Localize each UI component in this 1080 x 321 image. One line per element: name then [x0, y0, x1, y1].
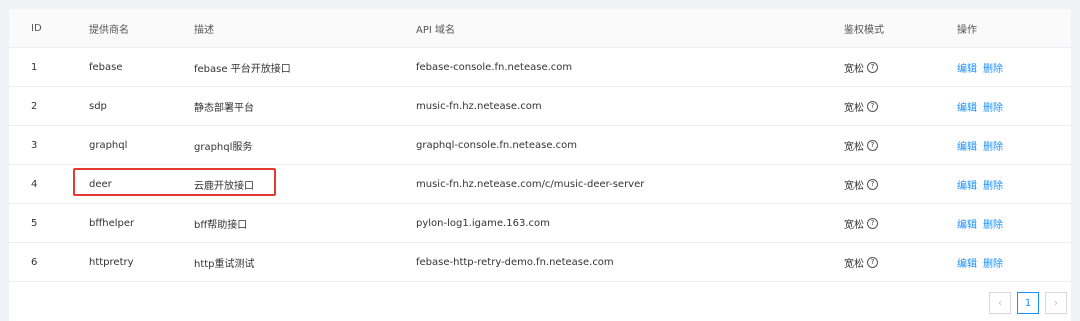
auth-mode-text: 宽松	[844, 141, 864, 153]
cell-id: 2	[31, 100, 38, 112]
edit-link[interactable]: 编辑	[957, 177, 977, 192]
header-description: 描述	[194, 24, 214, 36]
cell-api-domain: music-fn.hz.netease.com	[416, 100, 542, 112]
delete-link[interactable]: 删除	[983, 255, 1003, 270]
cell-auth-mode: 宽松?	[844, 255, 878, 270]
cell-id: 6	[31, 256, 38, 268]
cell-provider-name: febase	[89, 61, 123, 73]
auth-mode-text: 宽松	[844, 258, 864, 270]
delete-link[interactable]: 删除	[983, 216, 1003, 231]
delete-link[interactable]: 删除	[983, 99, 1003, 114]
question-icon[interactable]: ?	[867, 139, 878, 151]
cell-auth-mode: 宽松?	[844, 177, 878, 192]
cell-api-domain: febase-console.fn.netease.com	[416, 61, 573, 73]
cell-provider-name: httpretry	[89, 256, 134, 268]
pagination-page-1[interactable]: 1	[1017, 292, 1039, 314]
pagination-next-button[interactable]: ›	[1045, 292, 1067, 314]
auth-mode-text: 宽松	[844, 219, 864, 231]
cell-provider-name: graphql	[89, 139, 128, 151]
cell-id: 3	[31, 139, 38, 151]
cell-api-domain: pylon-log1.igame.163.com	[416, 217, 550, 229]
header-provider-name: 提供商名	[89, 24, 129, 36]
cell-id: 1	[31, 61, 38, 73]
cell-id: 5	[31, 217, 38, 229]
header-auth-mode: 鉴权模式	[844, 24, 884, 36]
cell-auth-mode: 宽松?	[844, 216, 878, 231]
cell-id: 4	[31, 178, 38, 190]
cell-actions: 编辑 删除	[957, 216, 1003, 231]
cell-description: febase 平台开放接口	[194, 63, 291, 75]
table-row: 2 sdp 静态部署平台 music-fn.hz.netease.com 宽松?…	[9, 87, 1071, 126]
header-api-domain: API 域名	[416, 24, 455, 36]
table-row: 6 httpretry http重试测试 febase-http-retry-d…	[9, 243, 1071, 282]
cell-auth-mode: 宽松?	[844, 60, 878, 75]
table-row: 1 febase febase 平台开放接口 febase-console.fn…	[9, 48, 1071, 87]
auth-mode-text: 宽松	[844, 63, 864, 75]
table-row: 3 graphql graphql服务 graphql-console.fn.n…	[9, 126, 1071, 165]
edit-link[interactable]: 编辑	[957, 99, 977, 114]
table-header: ID 提供商名 描述 API 域名 鉴权模式 操作	[9, 9, 1071, 48]
cell-provider-name: sdp	[89, 100, 107, 112]
cell-provider-name: bffhelper	[89, 217, 135, 229]
pagination-prev-button[interactable]: ‹	[989, 292, 1011, 314]
question-icon[interactable]: ?	[867, 217, 878, 229]
cell-actions: 编辑 删除	[957, 60, 1003, 75]
cell-description: http重试测试	[194, 258, 255, 270]
cell-actions: 编辑 删除	[957, 138, 1003, 153]
question-icon[interactable]: ?	[867, 256, 878, 268]
highlight-box	[73, 168, 276, 196]
cell-description: graphql服务	[194, 141, 253, 153]
cell-api-domain: graphql-console.fn.netease.com	[416, 139, 578, 151]
header-id: ID	[31, 22, 42, 34]
cell-actions: 编辑 删除	[957, 255, 1003, 270]
cell-api-domain: febase-http-retry-demo.fn.netease.com	[416, 256, 614, 268]
delete-link[interactable]: 删除	[983, 177, 1003, 192]
question-icon[interactable]: ?	[867, 178, 878, 190]
cell-auth-mode: 宽松?	[844, 138, 878, 153]
cell-api-domain: music-fn.hz.netease.com/c/music-deer-ser…	[416, 178, 645, 190]
delete-link[interactable]: 删除	[983, 138, 1003, 153]
question-icon[interactable]: ?	[867, 100, 878, 112]
edit-link[interactable]: 编辑	[957, 255, 977, 270]
cell-auth-mode: 宽松?	[844, 99, 878, 114]
delete-link[interactable]: 删除	[983, 60, 1003, 75]
cell-actions: 编辑 删除	[957, 177, 1003, 192]
edit-link[interactable]: 编辑	[957, 216, 977, 231]
auth-mode-text: 宽松	[844, 180, 864, 192]
header-actions: 操作	[957, 24, 977, 36]
edit-link[interactable]: 编辑	[957, 138, 977, 153]
cell-description: 静态部署平台	[194, 102, 254, 114]
edit-link[interactable]: 编辑	[957, 60, 977, 75]
question-icon[interactable]: ?	[867, 61, 878, 73]
auth-mode-text: 宽松	[844, 102, 864, 114]
table-row: 5 bffhelper bff帮助接口 pylon-log1.igame.163…	[9, 204, 1071, 243]
cell-actions: 编辑 删除	[957, 99, 1003, 114]
cell-description: bff帮助接口	[194, 219, 248, 231]
